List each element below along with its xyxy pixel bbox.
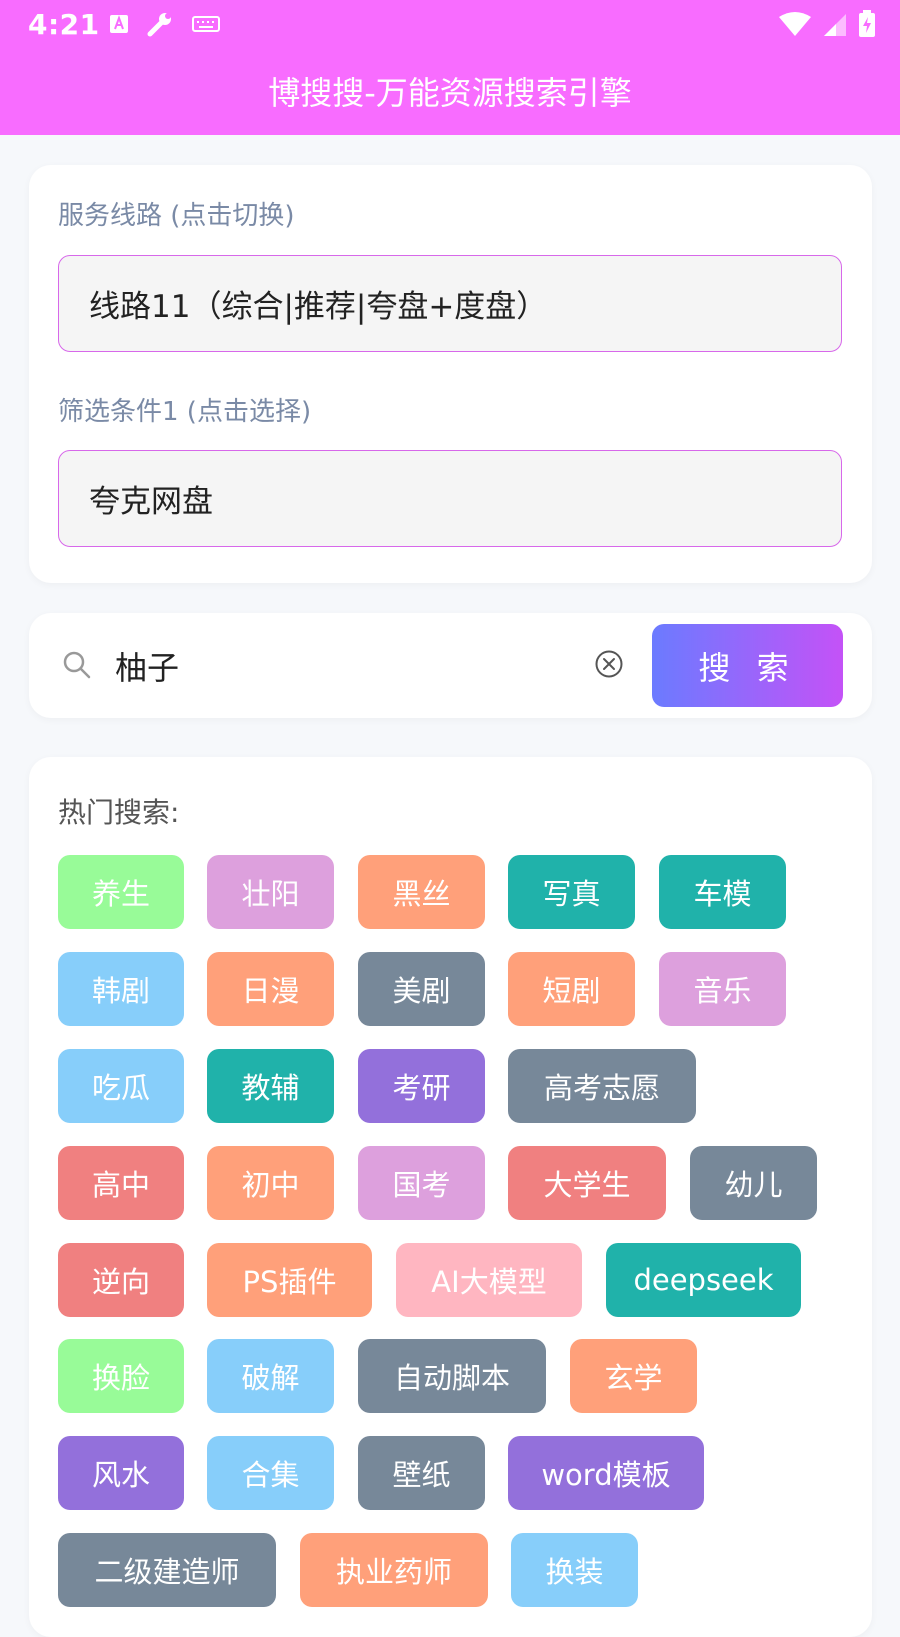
hot-tag[interactable]: 自动脚本: [358, 1339, 546, 1413]
hot-tag[interactable]: word模板: [508, 1436, 704, 1510]
hot-tag[interactable]: 初中: [207, 1146, 334, 1220]
hot-tag[interactable]: 吃瓜: [58, 1049, 184, 1123]
filter-select[interactable]: 夸克网盘: [58, 450, 842, 547]
wrench-icon: [147, 13, 171, 37]
hot-tag[interactable]: 高考志愿: [508, 1049, 696, 1123]
hot-tag[interactable]: AI大模型: [396, 1243, 582, 1317]
hot-tag[interactable]: deepseek: [606, 1243, 801, 1317]
search-icon: [63, 651, 91, 679]
hot-tag[interactable]: 壁纸: [358, 1436, 485, 1510]
hot-tag[interactable]: 写真: [508, 855, 635, 929]
hot-tag[interactable]: 美剧: [358, 952, 485, 1026]
hot-tag[interactable]: 大学生: [508, 1146, 666, 1220]
hot-tag[interactable]: 壮阳: [207, 855, 334, 929]
hot-search-card: 热门搜索: 养生 壮阳 黑丝 写真 车模韩剧 日漫 美剧 短剧 音乐吃瓜 教辅 考研 高考志愿高中 初中…: [29, 757, 872, 1637]
hot-tag[interactable]: 破解: [207, 1339, 334, 1413]
hot-search-title: 热门搜索:: [58, 796, 180, 829]
hot-tag[interactable]: 韩剧: [58, 952, 184, 1026]
clear-icon[interactable]: [594, 649, 624, 679]
route-value: 线路11（综合|推荐|夸盘+度盘）: [89, 289, 548, 325]
settings-card: 服务线路 (点击切换) 线路11（综合|推荐|夸盘+度盘） 筛选条件1 (点击选…: [29, 165, 872, 583]
search-button[interactable]: 搜 索: [652, 624, 843, 707]
route-select[interactable]: 线路11（综合|推荐|夸盘+度盘）: [58, 255, 842, 352]
hot-tag[interactable]: 风水: [58, 1436, 184, 1510]
hot-tag[interactable]: 教辅: [207, 1049, 334, 1123]
hot-tag[interactable]: 考研: [358, 1049, 485, 1123]
page-title: 博搜搜-万能资源搜索引擎: [268, 74, 632, 112]
keyboard-icon: [192, 16, 220, 32]
route-label: 服务线路 (点击切换): [58, 201, 295, 231]
hot-tag[interactable]: 执业药师: [300, 1533, 488, 1607]
filter-label: 筛选条件1 (点击选择): [58, 397, 312, 427]
hot-tag[interactable]: 高中: [58, 1146, 184, 1220]
hot-tag[interactable]: 幼儿: [690, 1146, 817, 1220]
signal-icon: [824, 14, 846, 36]
keyboard-a-icon: [110, 15, 128, 33]
hot-tag[interactable]: 二级建造师: [58, 1533, 276, 1607]
wifi-icon: [779, 12, 811, 36]
search-input[interactable]: [113, 637, 517, 695]
battery-icon: [859, 10, 875, 37]
hot-tag[interactable]: 音乐: [659, 952, 786, 1026]
hot-tag[interactable]: 日漫: [207, 952, 334, 1026]
search-card: 搜 索: [29, 613, 872, 718]
hot-tag[interactable]: 合集: [207, 1436, 334, 1510]
hot-tag[interactable]: 换装: [511, 1533, 638, 1607]
hot-tag[interactable]: 换脸: [58, 1339, 184, 1413]
filter-value: 夸克网盘: [89, 484, 213, 520]
hot-tag[interactable]: PS插件: [207, 1243, 372, 1317]
hot-tag[interactable]: 养生: [58, 855, 184, 929]
hot-tag[interactable]: 逆向: [58, 1243, 184, 1317]
hot-tag[interactable]: 黑丝: [358, 855, 485, 929]
hot-tag[interactable]: 短剧: [508, 952, 635, 1026]
status-time: 4:21: [28, 8, 100, 41]
hot-tag[interactable]: 车模: [659, 855, 786, 929]
hot-tag[interactable]: 玄学: [570, 1339, 697, 1413]
status-bar: 4:21: [0, 0, 900, 48]
app-header: 4:21 博搜搜-万能资源搜索引擎: [0, 0, 900, 135]
hot-tag[interactable]: 国考: [358, 1146, 485, 1220]
